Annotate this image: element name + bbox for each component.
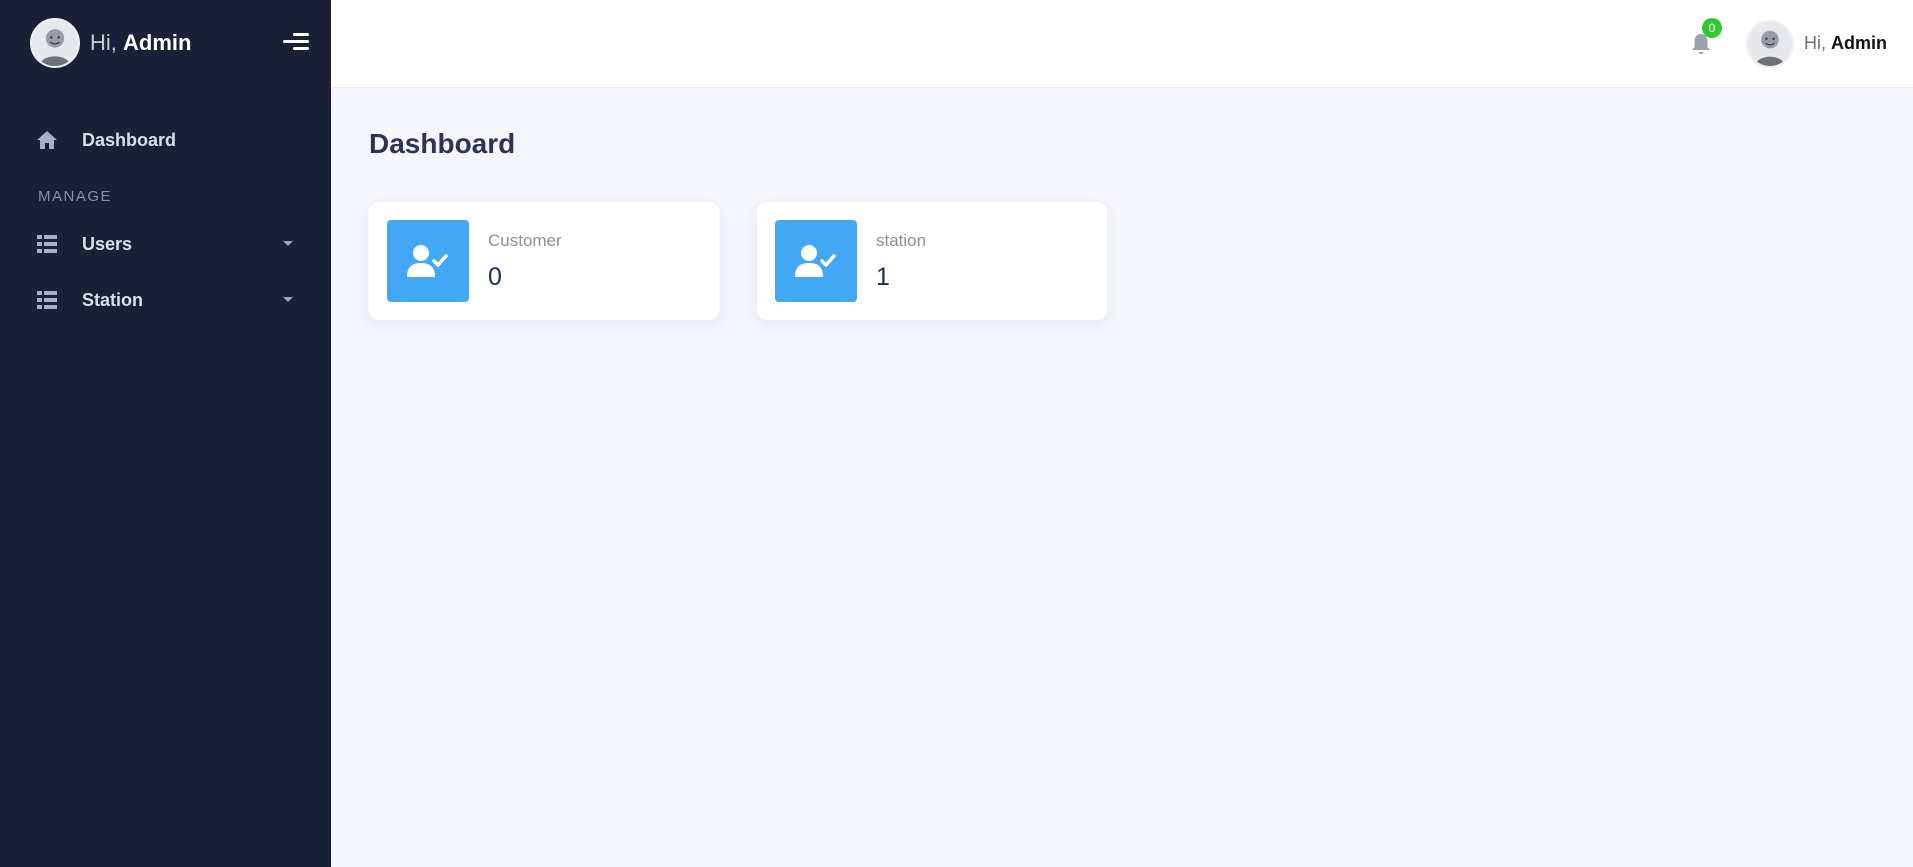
sidebar-section-manage: MANAGE (38, 187, 113, 205)
sidebar-item-users[interactable]: Users (0, 216, 331, 272)
stat-card-label: station (876, 230, 927, 250)
stat-card-text: Customer 0 (488, 231, 562, 292)
notification-bell-icon[interactable]: 0 (1690, 17, 1722, 56)
topbar-user-name: Admin (1831, 33, 1887, 53)
sidebar-item-dashboard[interactable]: Dashboard (0, 112, 331, 168)
page-content: Dashboard Customer 0 station 1 (331, 88, 1913, 360)
sidebar-brand: Hi, Admin (0, 0, 331, 86)
table-list-icon (36, 233, 58, 255)
caret-down-icon (283, 297, 293, 302)
user-menu[interactable]: Hi, Admin (1745, 19, 1887, 68)
stat-card-text: station 1 (876, 231, 926, 292)
user-check-icon (775, 220, 857, 302)
sidebar-nav: Dashboard MANAGE Users Station (0, 86, 331, 328)
user-check-icon (387, 220, 469, 302)
home-icon (36, 129, 58, 151)
sidebar-greeting: Hi, Admin (90, 30, 191, 56)
stat-cards: Customer 0 station 1 (369, 202, 1875, 320)
sidebar-item-label: Station (82, 289, 143, 310)
notification-count-badge: 0 (1701, 17, 1722, 38)
stat-card-value: 0 (488, 262, 502, 291)
sidebar-item-station[interactable]: Station (0, 272, 331, 328)
stat-card-station[interactable]: station 1 (757, 202, 1107, 320)
sidebar-toggle-icon[interactable] (283, 30, 309, 54)
table-list-icon (36, 289, 58, 311)
sidebar-item-label: Users (82, 233, 133, 254)
stat-card-customer[interactable]: Customer 0 (369, 202, 719, 320)
topbar-greeting: Hi, Admin (1804, 33, 1887, 54)
sidebar: Hi, Admin Dashboard MANAGE Users Station (0, 0, 331, 867)
stat-card-value: 1 (876, 262, 890, 291)
main-area: 0 Hi, Admin Dashboard Customer 0 station… (331, 0, 1913, 867)
app-shell: Hi, Admin Dashboard MANAGE Users Station… (0, 0, 1913, 867)
sidebar-user-name: Admin (123, 30, 192, 55)
avatar[interactable] (30, 18, 80, 68)
stat-card-label: Customer (488, 230, 562, 250)
topbar-greeting-prefix: Hi, (1803, 33, 1826, 53)
avatar (1745, 19, 1794, 68)
sidebar-greeting-prefix: Hi, (90, 30, 117, 55)
sidebar-item-label: Dashboard (82, 129, 177, 150)
topbar: 0 Hi, Admin (331, 0, 1913, 88)
caret-down-icon (283, 241, 293, 246)
page-title: Dashboard (369, 128, 516, 159)
